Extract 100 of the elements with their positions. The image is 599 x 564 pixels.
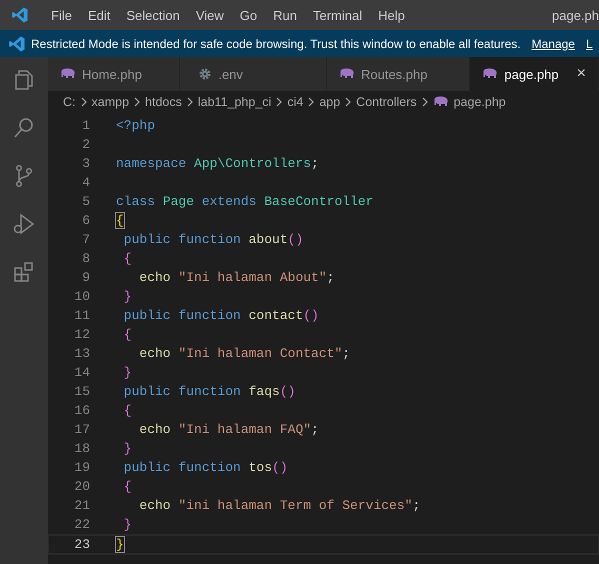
menu-item[interactable]: Selection (118, 8, 188, 22)
line-number: 14 (73, 365, 90, 380)
code-token: namespace (116, 156, 188, 171)
breadcrumb-item[interactable]: page.php (454, 95, 506, 109)
line-number: 11 (73, 308, 90, 323)
code-token: } (116, 537, 124, 552)
code-token: "Ini halaman FAQ" (178, 422, 312, 437)
code-token: echo (138, 270, 172, 285)
code-token: ; (342, 346, 350, 361)
line-number: 20 (73, 479, 90, 494)
breadcrumb-item[interactable]: C: (63, 95, 76, 109)
elephant-icon (338, 68, 355, 80)
code-token: <?php (116, 118, 156, 133)
code-token: ; (311, 422, 319, 437)
code-token: public function (122, 384, 242, 399)
banner-link[interactable]: L (586, 36, 593, 50)
line-number: 5 (81, 194, 90, 209)
menu-item[interactable]: Help (370, 8, 413, 22)
chevron-icon (134, 97, 140, 107)
code-token: } (122, 441, 132, 456)
code-token: } (122, 365, 132, 380)
code-token: echo (138, 346, 172, 361)
breadcrumb-item[interactable]: ci4 (287, 95, 304, 109)
editor-tab[interactable]: page.php × (470, 57, 599, 91)
editor-tab[interactable]: Routes.php (326, 57, 470, 91)
search-icon[interactable] (12, 116, 36, 140)
code-token: { (122, 327, 132, 342)
line-number: 12 (73, 327, 90, 342)
menu-item[interactable]: Run (265, 8, 305, 22)
banner-message: Restricted Mode is intended for safe code browsing. Trust this window to enable all features. (31, 36, 521, 50)
line-number: 7 (81, 232, 90, 247)
breadcrumb-item[interactable]: xampp (92, 95, 130, 109)
code-token: () (288, 232, 304, 247)
code-token: echo (138, 498, 172, 513)
code-token: () (272, 460, 288, 475)
code-token: tos (248, 460, 272, 475)
line-number: 10 (73, 289, 90, 304)
code-token: "ini halaman Term of Services" (178, 498, 412, 513)
code-token: () (280, 384, 296, 399)
code-token: { (116, 213, 124, 228)
code-token: Page (162, 194, 196, 209)
line-number: 15 (73, 384, 90, 399)
elephant-icon (60, 68, 76, 80)
code-token: echo (138, 422, 172, 437)
code-token: () (303, 308, 319, 323)
line-number: 17 (73, 422, 90, 437)
code-token: extends (202, 194, 258, 209)
chevron-icon (422, 97, 428, 107)
extensions-icon[interactable] (12, 260, 36, 284)
line-number: 18 (73, 441, 90, 456)
vscode-logo-icon (8, 34, 26, 52)
line-number: 22 (73, 517, 90, 532)
code-token: } (122, 517, 132, 532)
chevron-icon (276, 97, 282, 107)
menu-item[interactable]: File (43, 8, 80, 22)
code-token: faqs (248, 384, 280, 399)
code-token: { (122, 403, 132, 418)
code-token: contact (248, 308, 304, 323)
run-debug-icon[interactable] (12, 212, 36, 236)
line-number: 23 (73, 537, 90, 552)
line-number: 8 (81, 251, 90, 266)
code-token: public function (122, 232, 242, 247)
menu-item[interactable]: View (188, 8, 232, 22)
elephant-icon (432, 96, 449, 108)
line-number: 16 (73, 403, 90, 418)
breadcrumb-item[interactable]: lab11_php_ci (198, 95, 272, 109)
line-number: 19 (73, 460, 90, 475)
menu-item[interactable]: Terminal (305, 8, 370, 22)
code-token: ; (311, 156, 319, 171)
code-token: class (116, 194, 156, 209)
code-token: public function (122, 460, 242, 475)
window-title: page.ph (552, 8, 599, 22)
close-icon[interactable]: × (576, 65, 586, 83)
chevron-icon (80, 97, 86, 107)
chevron-icon (345, 97, 352, 107)
breadcrumb-item[interactable]: app (319, 95, 340, 109)
line-number: 13 (73, 346, 90, 361)
vscode-logo-icon (11, 6, 29, 24)
code-token: { (122, 251, 132, 266)
editor-tab[interactable]: Home.php (48, 57, 180, 91)
line-number: 2 (81, 137, 90, 152)
code-token: App\Controllers (194, 156, 312, 171)
menu-item[interactable]: Go (232, 8, 266, 22)
chevron-icon (308, 97, 314, 107)
line-number: 4 (81, 175, 90, 190)
line-number: 21 (73, 498, 90, 513)
elephant-icon (482, 68, 498, 80)
breadcrumb-item[interactable]: Controllers (356, 95, 417, 109)
code-token: { (122, 479, 132, 494)
banner-link[interactable]: Manage (532, 36, 575, 50)
code-token: "Ini halaman Contact" (178, 346, 342, 361)
code-token: "Ini halaman About" (178, 270, 327, 285)
code-token: about (248, 232, 288, 247)
line-number: 9 (81, 270, 90, 285)
menu-item[interactable]: Edit (80, 8, 118, 22)
line-number: 6 (81, 213, 90, 228)
editor-tab[interactable]: .env (180, 57, 327, 91)
code-token: } (122, 289, 132, 304)
code-token: BaseController (264, 194, 374, 209)
breadcrumb-item[interactable]: htdocs (145, 95, 182, 109)
